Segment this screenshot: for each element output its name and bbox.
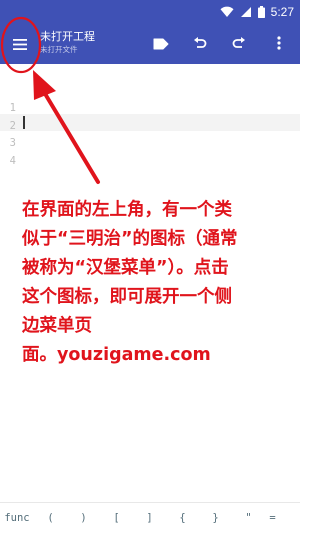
more-options-button[interactable] — [267, 32, 291, 56]
line-number-gutter: 1 2 3 4 — [0, 100, 16, 170]
symbol-key-quote[interactable]: " — [232, 512, 265, 524]
undo-button[interactable] — [188, 32, 212, 56]
status-bar: 5:27 — [0, 0, 300, 24]
annotation-text: 在界面的左上角，有一个类 似于“三明治”的图标（通常 被称为“汉堡菜单”）。点击… — [22, 196, 294, 370]
hamburger-menu-button[interactable] — [6, 30, 34, 58]
file-subtitle: 未打开文件 — [40, 45, 78, 54]
run-button[interactable] — [149, 32, 173, 56]
undo-icon — [193, 35, 207, 54]
symbol-input-bar: func ( ) [ ] { } " = — [0, 502, 300, 533]
symbol-key-open-bracket[interactable]: [ — [100, 512, 133, 524]
symbol-key-func[interactable]: func — [0, 512, 34, 524]
line-number: 1 — [9, 102, 16, 114]
line-number: 2 — [9, 119, 16, 132]
annotation-line: 在界面的左上角，有一个类 — [22, 200, 232, 220]
symbol-key-close-brace[interactable]: } — [199, 512, 232, 524]
redo-button[interactable] — [227, 32, 251, 56]
hamburger-menu-icon — [13, 35, 27, 54]
annotation-line: 边菜单页 — [22, 316, 92, 336]
symbol-key-close-paren[interactable]: ) — [67, 512, 100, 524]
annotation-line: 面。youzigame.com — [22, 345, 211, 365]
annotation-line: 这个图标，即可展开一个侧 — [22, 287, 232, 307]
line-number: 4 — [9, 154, 16, 167]
title-block: 未打开工程 未打开文件 — [40, 29, 150, 55]
symbol-key-equals[interactable]: = — [265, 512, 280, 524]
battery-icon — [257, 3, 265, 22]
annotation-line: 似于“三明治”的图标（通常 — [22, 229, 238, 249]
symbol-key-open-paren[interactable]: ( — [34, 512, 67, 524]
text-caret — [23, 116, 25, 129]
wifi-icon — [220, 3, 234, 22]
status-icons: 5:27 — [220, 0, 294, 24]
project-title: 未打开工程 — [40, 30, 95, 43]
more-vert-icon — [277, 35, 281, 54]
line-number: 3 — [9, 137, 16, 149]
symbol-key-open-brace[interactable]: { — [166, 512, 199, 524]
app-toolbar: 未打开工程 未打开文件 — [0, 24, 300, 64]
run-icon — [153, 35, 169, 54]
symbol-key-close-bracket[interactable]: ] — [133, 512, 166, 524]
redo-icon — [232, 35, 246, 54]
signal-icon — [240, 3, 252, 22]
status-time: 5:27 — [270, 5, 294, 19]
current-line-highlight — [0, 114, 300, 131]
annotation-line: 被称为“汉堡菜单”）。点击 — [22, 258, 229, 278]
